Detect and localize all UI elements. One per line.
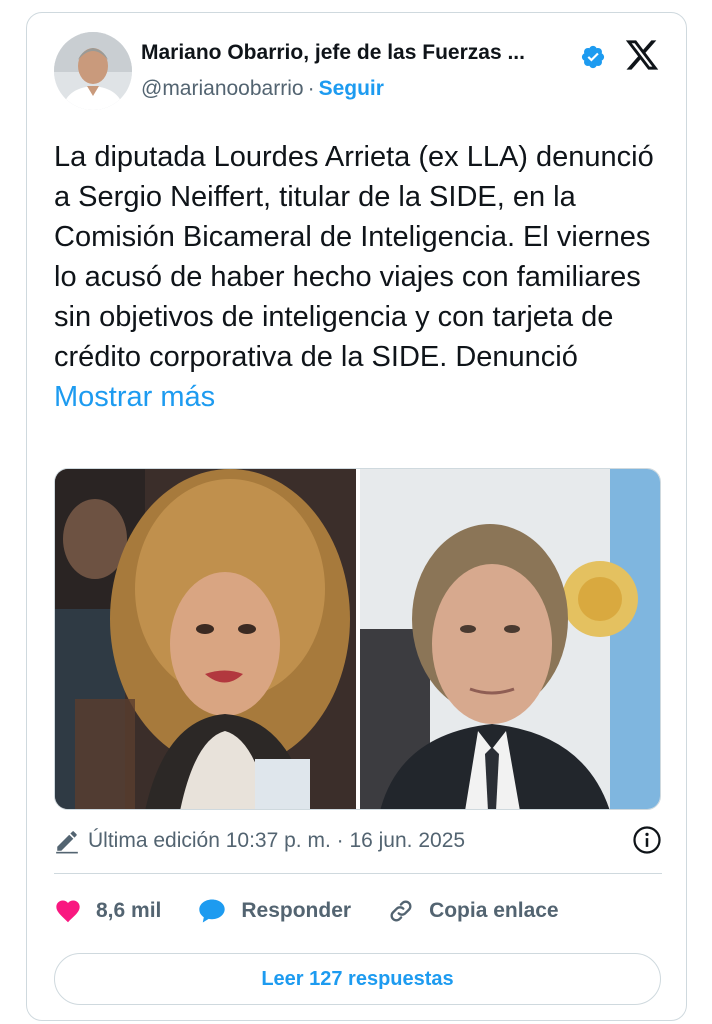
info-icon[interactable] [632,825,662,855]
speech-bubble-icon [199,899,226,923]
x-logo-icon[interactable] [624,37,660,73]
author-name[interactable]: Mariano Obarrio, jefe de las Fuerzas ... [141,41,571,65]
edit-info-row: Última edición 10:37 p. m. · 16 jun. 202… [54,825,664,857]
follow-button[interactable]: Seguir [319,77,384,100]
tweet-media[interactable] [54,468,661,810]
tweet-text: La diputada Lourdes Arrieta (ex LLA) den… [54,137,664,417]
copy-link-label: Copia enlace [429,899,559,922]
media-photo-woman[interactable] [55,469,356,809]
link-icon [390,900,412,922]
tweet-body: La diputada Lourdes Arrieta (ex LLA) den… [54,141,654,373]
show-more-link[interactable]: Mostrar más [54,381,215,413]
heart-icon [56,900,80,923]
edit-info-label[interactable]: Última edición 10:37 p. m. · 16 jun. 202… [88,829,465,853]
separator-dot: · [307,77,315,100]
author-avatar[interactable] [54,32,132,110]
copy-link-button[interactable]: Copia enlace [387,897,559,925]
media-photo-man[interactable] [360,469,660,809]
verified-badge-icon [581,45,605,69]
author-handle[interactable]: @marianoobarrio [141,77,304,100]
tweet-card: Mariano Obarrio, jefe de las Fuerzas ...… [26,12,687,1021]
like-count: 8,6 mil [96,899,162,922]
read-replies-button[interactable]: Leer 127 respuestas [54,953,661,1005]
divider [54,873,662,874]
reply-label: Responder [241,899,352,922]
reply-button[interactable]: Responder [197,897,351,925]
tweet-actions: 8,6 mil Responder Copia enlace [54,891,664,931]
pencil-icon [56,831,78,854]
like-button[interactable]: 8,6 mil [54,897,161,925]
author-handle-row: @marianoobarrio · Seguir [141,77,384,101]
